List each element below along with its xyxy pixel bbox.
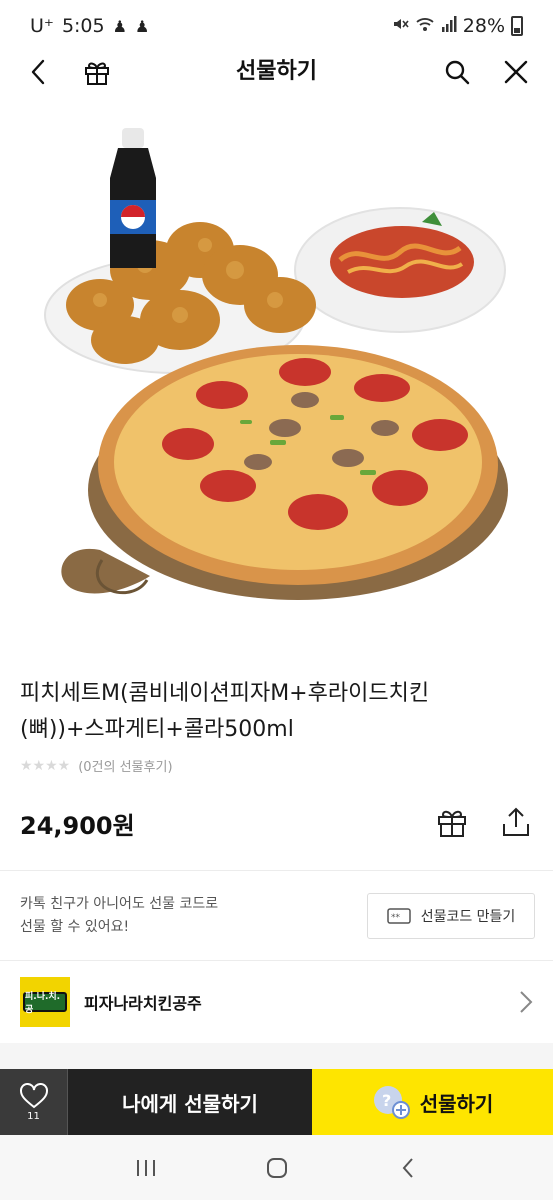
back-button[interactable]: [16, 52, 60, 92]
product-title-line: (뼈))+스파게티+콜라500ml: [20, 717, 294, 742]
friend-add-icon: ?: [372, 1084, 410, 1120]
gift-icon: [85, 62, 109, 85]
wifi-icon: [415, 15, 435, 38]
gift-code-description: 카톡 친구가 아니어도 선물 코드로 선물 할 수 있어요!: [20, 893, 320, 939]
gift-to-self-button[interactable]: 나에게 선물하기: [68, 1069, 312, 1135]
heart-icon: [19, 1082, 48, 1108]
back-icon: [402, 1157, 413, 1178]
status-bar: U⁺ 5:05 ♟ ♟ 28%: [0, 0, 553, 52]
notification-icon: ♟: [112, 16, 127, 36]
action-bar: 11 나에게 선물하기 ? 선물하기: [0, 1069, 553, 1135]
brand-logo-text: 피.나.치.공: [23, 992, 67, 1015]
search-button[interactable]: [435, 52, 479, 92]
home-button[interactable]: [252, 1143, 302, 1193]
divider: [0, 870, 553, 871]
clock: 5:05: [61, 15, 105, 37]
svg-text:**: **: [391, 913, 401, 923]
product-title: 피치세트M(콤비네이션피자M+후라이드치킨 (뼈))+스파게티+콜라500ml: [20, 676, 535, 748]
status-left: U⁺ 5:05 ♟ ♟: [30, 15, 149, 37]
recent-apps-button[interactable]: [121, 1143, 171, 1193]
signal-icon: [441, 15, 457, 38]
star-rating-icon: ★★★★: [20, 757, 71, 774]
mute-icon: [391, 15, 409, 38]
send-gift-button[interactable]: ? 선물하기: [312, 1069, 553, 1135]
gift-code-line: 선물 할 수 있어요!: [20, 919, 130, 935]
brand-name: 피자나라치킨공주: [84, 994, 202, 1013]
recent-apps-icon: [136, 1159, 155, 1176]
gift-icon: [438, 810, 466, 837]
review-count: (0건의 선물후기): [78, 760, 173, 775]
top-nav: 선물하기: [0, 52, 553, 92]
brand-row[interactable]: 피.나.치.공 피자나라치킨공주: [0, 961, 553, 1043]
home-icon: [266, 1157, 287, 1178]
svg-text:?: ?: [382, 1091, 391, 1110]
price: 24,900원: [20, 812, 135, 840]
like-count: 11: [27, 1110, 40, 1122]
like-button[interactable]: 11: [0, 1069, 68, 1135]
notification-icon: ♟: [134, 16, 150, 36]
back-icon: [31, 59, 45, 85]
wish-gift-button[interactable]: [433, 802, 471, 842]
share-button[interactable]: [497, 802, 535, 842]
rating-row[interactable]: ★★★★ (0건의 선물후기): [20, 756, 173, 776]
carrier-label: U⁺: [30, 15, 54, 37]
close-button[interactable]: [494, 52, 538, 92]
gift-home-button[interactable]: [75, 52, 119, 92]
product-title-line: 피치세트M(콤비네이션피자M+후라이드치킨: [20, 681, 430, 706]
battery-percent: 28%: [462, 15, 505, 37]
close-icon: [504, 60, 528, 84]
system-nav-bar: [0, 1135, 553, 1200]
search-icon: [445, 60, 470, 85]
system-back-button[interactable]: [383, 1143, 433, 1193]
price-actions: [433, 802, 535, 842]
create-gift-code-button[interactable]: ** 선물코드 만들기: [367, 893, 535, 939]
gift-to-self-label: 나에게 선물하기: [122, 1091, 258, 1116]
section-spacer: [0, 1043, 553, 1069]
brand-logo: 피.나.치.공: [20, 977, 70, 1027]
share-icon: [503, 807, 529, 836]
battery-icon: [511, 16, 523, 36]
send-gift-label: 선물하기: [419, 1091, 494, 1116]
gift-code-line: 카톡 친구가 아니어도 선물 코드로: [20, 896, 219, 912]
code-ticket-icon: **: [386, 908, 411, 924]
status-right: 28%: [391, 15, 523, 38]
chevron-right-icon: [520, 991, 533, 1013]
product-image: [30, 110, 523, 620]
create-gift-code-label: 선물코드 만들기: [420, 909, 516, 925]
